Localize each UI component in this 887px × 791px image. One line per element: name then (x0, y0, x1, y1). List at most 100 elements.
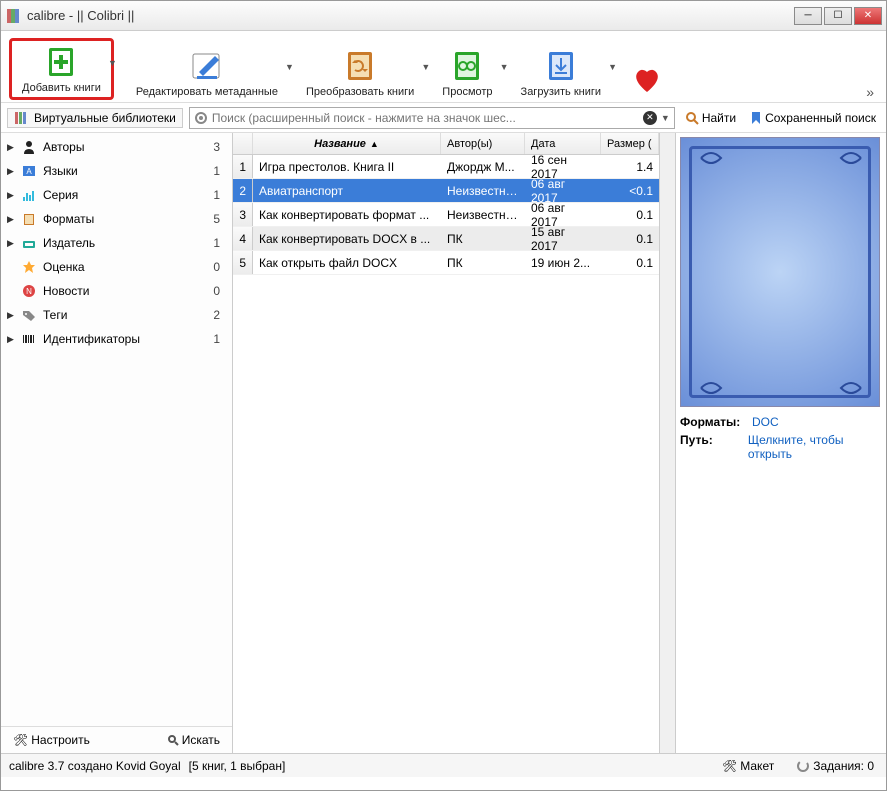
table-row[interactable]: 5Как открыть файл DOCXПК19 июн 2...0.1 (233, 251, 659, 275)
status-count: [5 книг, 1 выбран] (189, 759, 286, 773)
main-toolbar: Добавить книги ▼ Редактировать метаданны… (1, 31, 886, 103)
search-tree-button[interactable]: Искать (163, 731, 224, 749)
search-box[interactable]: ✕ ▼ (189, 107, 675, 129)
row-title: Как открыть файл DOCX (253, 256, 441, 270)
book-cover[interactable] (680, 137, 880, 407)
add-book-icon (43, 44, 79, 80)
col-author[interactable]: Автор(ы) (441, 133, 525, 154)
tree-item[interactable]: ▶Издатель1 (1, 231, 232, 255)
tree-item[interactable]: Оценка0 (1, 255, 232, 279)
expand-arrow-icon[interactable]: ▶ (7, 214, 15, 225)
table-row[interactable]: 2АвиатранспортНеизвестный06 авг 2017<0.1 (233, 179, 659, 203)
toolbar-overflow-button[interactable]: » (862, 84, 878, 100)
add-books-button[interactable]: Добавить книги ▼ (16, 42, 107, 96)
main-area: ▶Авторы3▶AЯзыки1▶Серия1▶Форматы5▶Издател… (1, 133, 886, 753)
convert-books-label: Преобразовать книги (306, 86, 414, 98)
cover-ornament (681, 138, 881, 408)
vertical-scrollbar[interactable] (659, 133, 675, 753)
clear-search-icon[interactable]: ✕ (643, 111, 657, 125)
expand-arrow-icon[interactable]: ▶ (7, 142, 15, 153)
bookmark-icon (750, 111, 762, 125)
saved-search-button[interactable]: Сохраненный поиск (746, 109, 880, 127)
dropdown-arrow-icon[interactable]: ▼ (500, 62, 509, 72)
formats-value[interactable]: DOC (752, 415, 779, 429)
row-date: 15 авг 2017 (525, 225, 601, 253)
star-icon (20, 258, 38, 276)
tree-item[interactable]: NНовости0 (1, 279, 232, 303)
download-books-button[interactable]: Загрузить книги ▼ (515, 46, 607, 100)
configure-button[interactable]: 🛠 Настроить (9, 731, 94, 749)
expand-arrow-icon[interactable]: ▶ (7, 310, 15, 321)
news-icon: N (20, 282, 38, 300)
dropdown-arrow-icon[interactable]: ▼ (608, 62, 617, 72)
donate-button[interactable] (623, 60, 671, 100)
layout-button[interactable]: 🛠 Макет (718, 757, 778, 775)
window-title: calibre - || Colibri || (27, 8, 794, 23)
search-input[interactable] (212, 111, 639, 125)
close-button[interactable]: ✕ (854, 7, 882, 25)
formats-label: Форматы: (680, 415, 746, 429)
expand-arrow-icon[interactable]: ▶ (7, 166, 15, 177)
table-row[interactable]: 3Как конвертировать формат ...Неизвестны… (233, 203, 659, 227)
row-title: Игра престолов. Книга II (253, 160, 441, 174)
expand-arrow-icon[interactable]: ▶ (7, 190, 15, 201)
expand-arrow-icon[interactable]: ▶ (7, 238, 15, 249)
row-number: 3 (233, 203, 253, 226)
tree-item-label: Форматы (43, 212, 208, 226)
dropdown-arrow-icon[interactable]: ▼ (108, 58, 117, 68)
table-row[interactable]: 4Как конвертировать DOCX в ...ПК15 авг 2… (233, 227, 659, 251)
tree-item-label: Авторы (43, 140, 208, 154)
tree-item-count: 5 (213, 212, 226, 226)
col-date[interactable]: Дата (525, 133, 601, 154)
tree-item-label: Новости (43, 284, 208, 298)
tree-item[interactable]: ▶ Форматы 5 (1, 207, 232, 231)
jobs-button[interactable]: Задания: 0 (792, 757, 878, 775)
tree-item[interactable]: ▶ Идентификаторы 1 (1, 327, 232, 351)
dropdown-arrow-icon[interactable]: ▼ (421, 62, 430, 72)
tree-item-count: 1 (213, 332, 226, 346)
tree-item-label: Идентификаторы (43, 332, 208, 346)
row-date: 19 июн 2... (525, 256, 601, 270)
tree-item[interactable]: ▶Теги2 (1, 303, 232, 327)
table-row[interactable]: 1Игра престолов. Книга IIДжордж М...16 с… (233, 155, 659, 179)
tag-icon (20, 306, 38, 324)
barcode-icon (20, 330, 38, 348)
jobs-label: Задания: 0 (813, 759, 874, 773)
path-value[interactable]: Щелкните, чтобы открыть (748, 433, 882, 461)
app-icon (5, 8, 21, 24)
tree-item-count: 3 (213, 140, 226, 154)
col-title[interactable]: Название▲ (253, 133, 441, 154)
add-books-label: Добавить книги (22, 82, 101, 94)
dropdown-arrow-icon[interactable]: ▼ (661, 113, 670, 123)
tag-tree[interactable]: ▶Авторы3▶AЯзыки1▶Серия1▶Форматы5▶Издател… (1, 133, 232, 726)
wrench-icon: 🛠 (722, 759, 737, 773)
row-number: 1 (233, 155, 253, 178)
gear-icon[interactable] (194, 111, 208, 125)
download-books-label: Загрузить книги (521, 86, 601, 98)
convert-books-button[interactable]: Преобразовать книги ▼ (300, 46, 420, 100)
tree-item-count: 1 (213, 236, 226, 250)
col-size[interactable]: Размер ( (601, 133, 659, 154)
find-button[interactable]: Найти (681, 109, 740, 127)
tree-item-label: Теги (43, 308, 208, 322)
search-bar: Виртуальные библиотеки ✕ ▼ Найти Сохране… (1, 103, 886, 133)
person-icon (20, 138, 38, 156)
path-label: Путь: (680, 433, 742, 461)
tree-item[interactable]: ▶ Авторы 3 (1, 135, 232, 159)
col-number[interactable] (233, 133, 253, 154)
edit-metadata-button[interactable]: Редактировать метаданные ▼ (130, 46, 284, 100)
tree-item[interactable]: ▶Серия1 (1, 183, 232, 207)
tree-item-label: Языки (43, 164, 208, 178)
maximize-button[interactable]: ☐ (824, 7, 852, 25)
book-icon (20, 210, 38, 228)
virtual-libraries-button[interactable]: Виртуальные библиотеки (7, 108, 183, 128)
dropdown-arrow-icon[interactable]: ▼ (285, 62, 294, 72)
tree-item[interactable]: ▶AЯзыки1 (1, 159, 232, 183)
search-tree-label: Искать (182, 733, 220, 747)
layout-label: Макет (740, 759, 774, 773)
view-button[interactable]: Просмотр ▼ (436, 46, 498, 100)
minimize-button[interactable]: ─ (794, 7, 822, 25)
expand-arrow-icon[interactable]: ▶ (7, 334, 15, 345)
row-size: <0.1 (601, 184, 659, 198)
tree-item-label: Серия (43, 188, 208, 202)
